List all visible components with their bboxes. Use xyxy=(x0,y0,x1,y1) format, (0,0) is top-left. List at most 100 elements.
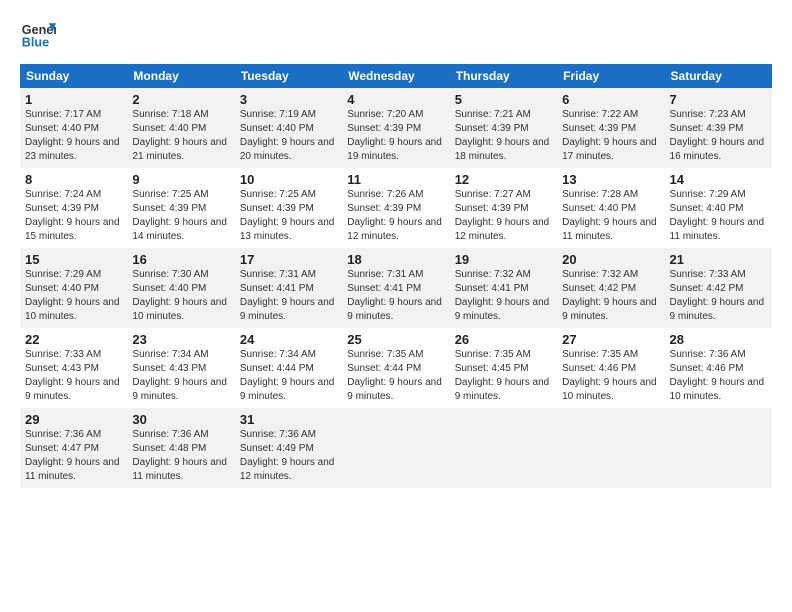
day-info: Sunrise: 7:29 AMSunset: 4:40 PMDaylight:… xyxy=(25,269,120,322)
day-info: Sunrise: 7:21 AMSunset: 4:39 PMDaylight:… xyxy=(455,109,550,162)
weekday-tuesday: Tuesday xyxy=(235,64,342,88)
day-cell: 7 Sunrise: 7:23 AMSunset: 4:39 PMDaylight… xyxy=(665,88,772,168)
day-number: 9 xyxy=(132,172,229,187)
day-number: 20 xyxy=(562,252,659,267)
day-cell xyxy=(450,408,557,488)
day-number: 27 xyxy=(562,332,659,347)
day-info: Sunrise: 7:25 AMSunset: 4:39 PMDaylight:… xyxy=(240,189,335,242)
day-cell: 11 Sunrise: 7:26 AMSunset: 4:39 PMDayligh… xyxy=(342,168,449,248)
day-cell: 21 Sunrise: 7:33 AMSunset: 4:42 PMDayligh… xyxy=(665,248,772,328)
day-info: Sunrise: 7:22 AMSunset: 4:39 PMDaylight:… xyxy=(562,109,657,162)
day-number: 26 xyxy=(455,332,552,347)
day-number: 7 xyxy=(670,92,767,107)
week-row-1: 1 Sunrise: 7:17 AMSunset: 4:40 PMDaylight… xyxy=(20,88,772,168)
day-cell: 9 Sunrise: 7:25 AMSunset: 4:39 PMDaylight… xyxy=(127,168,234,248)
day-info: Sunrise: 7:36 AMSunset: 4:46 PMDaylight:… xyxy=(670,349,765,402)
day-cell: 14 Sunrise: 7:29 AMSunset: 4:40 PMDayligh… xyxy=(665,168,772,248)
day-cell: 12 Sunrise: 7:27 AMSunset: 4:39 PMDayligh… xyxy=(450,168,557,248)
day-info: Sunrise: 7:35 AMSunset: 4:46 PMDaylight:… xyxy=(562,349,657,402)
day-number: 8 xyxy=(25,172,122,187)
day-cell: 6 Sunrise: 7:22 AMSunset: 4:39 PMDaylight… xyxy=(557,88,664,168)
day-cell: 18Sunrise: 7:31 AMSunset: 4:41 PMDayligh… xyxy=(342,248,449,328)
day-number: 15 xyxy=(25,252,122,267)
logo-icon: General Blue xyxy=(20,16,56,52)
day-cell: 29 Sunrise: 7:36 AMSunset: 4:47 PMDayligh… xyxy=(20,408,127,488)
day-info: Sunrise: 7:36 AMSunset: 4:47 PMDaylight:… xyxy=(25,429,120,482)
day-number: 31 xyxy=(240,412,337,427)
weekday-header-row: SundayMondayTuesdayWednesdayThursdayFrid… xyxy=(20,64,772,88)
day-cell xyxy=(342,408,449,488)
weekday-thursday: Thursday xyxy=(450,64,557,88)
day-number: 17 xyxy=(240,252,337,267)
day-number: 5 xyxy=(455,92,552,107)
svg-text:Blue: Blue xyxy=(22,36,49,50)
day-number: 3 xyxy=(240,92,337,107)
day-info: Sunrise: 7:31 AMSunset: 4:41 PMDaylight:… xyxy=(240,269,335,322)
day-number: 12 xyxy=(455,172,552,187)
day-info: Sunrise: 7:19 AMSunset: 4:40 PMDaylight:… xyxy=(240,109,335,162)
week-row-3: 15 Sunrise: 7:29 AMSunset: 4:40 PMDayligh… xyxy=(20,248,772,328)
day-info: Sunrise: 7:17 AMSunset: 4:40 PMDaylight:… xyxy=(25,109,120,162)
day-cell: 22Sunrise: 7:33 AMSunset: 4:43 PMDayligh… xyxy=(20,328,127,408)
day-cell: 4Sunrise: 7:20 AMSunset: 4:39 PMDaylight… xyxy=(342,88,449,168)
week-row-5: 29 Sunrise: 7:36 AMSunset: 4:47 PMDayligh… xyxy=(20,408,772,488)
day-cell: 19Sunrise: 7:32 AMSunset: 4:41 PMDayligh… xyxy=(450,248,557,328)
week-row-2: 8 Sunrise: 7:24 AMSunset: 4:39 PMDaylight… xyxy=(20,168,772,248)
day-number: 2 xyxy=(132,92,229,107)
day-number: 28 xyxy=(670,332,767,347)
day-info: Sunrise: 7:18 AMSunset: 4:40 PMDaylight:… xyxy=(132,109,227,162)
day-cell: 17 Sunrise: 7:31 AMSunset: 4:41 PMDayligh… xyxy=(235,248,342,328)
day-info: Sunrise: 7:33 AMSunset: 4:42 PMDaylight:… xyxy=(670,269,765,322)
day-cell: 31 Sunrise: 7:36 AMSunset: 4:49 PMDayligh… xyxy=(235,408,342,488)
week-row-4: 22Sunrise: 7:33 AMSunset: 4:43 PMDayligh… xyxy=(20,328,772,408)
day-number: 21 xyxy=(670,252,767,267)
day-cell: 13 Sunrise: 7:28 AMSunset: 4:40 PMDayligh… xyxy=(557,168,664,248)
day-info: Sunrise: 7:35 AMSunset: 4:44 PMDaylight:… xyxy=(347,349,442,402)
weekday-monday: Monday xyxy=(127,64,234,88)
day-number: 30 xyxy=(132,412,229,427)
day-cell: 30Sunrise: 7:36 AMSunset: 4:48 PMDayligh… xyxy=(127,408,234,488)
day-info: Sunrise: 7:32 AMSunset: 4:42 PMDaylight:… xyxy=(562,269,657,322)
day-cell: 24Sunrise: 7:34 AMSunset: 4:44 PMDayligh… xyxy=(235,328,342,408)
day-info: Sunrise: 7:26 AMSunset: 4:39 PMDaylight:… xyxy=(347,189,442,242)
day-info: Sunrise: 7:25 AMSunset: 4:39 PMDaylight:… xyxy=(132,189,227,242)
day-info: Sunrise: 7:31 AMSunset: 4:41 PMDaylight:… xyxy=(347,269,442,322)
logo: General Blue xyxy=(20,16,56,52)
day-cell: 23Sunrise: 7:34 AMSunset: 4:43 PMDayligh… xyxy=(127,328,234,408)
day-cell xyxy=(665,408,772,488)
day-cell: 3 Sunrise: 7:19 AMSunset: 4:40 PMDaylight… xyxy=(235,88,342,168)
day-number: 16 xyxy=(132,252,229,267)
day-info: Sunrise: 7:30 AMSunset: 4:40 PMDaylight:… xyxy=(132,269,227,322)
day-info: Sunrise: 7:35 AMSunset: 4:45 PMDaylight:… xyxy=(455,349,550,402)
day-number: 1 xyxy=(25,92,122,107)
day-info: Sunrise: 7:34 AMSunset: 4:44 PMDaylight:… xyxy=(240,349,335,402)
day-cell: 26 Sunrise: 7:35 AMSunset: 4:45 PMDayligh… xyxy=(450,328,557,408)
day-info: Sunrise: 7:24 AMSunset: 4:39 PMDaylight:… xyxy=(25,189,120,242)
day-number: 11 xyxy=(347,172,444,187)
calendar-body: 1 Sunrise: 7:17 AMSunset: 4:40 PMDaylight… xyxy=(20,88,772,488)
day-cell: 8 Sunrise: 7:24 AMSunset: 4:39 PMDaylight… xyxy=(20,168,127,248)
day-cell: 10Sunrise: 7:25 AMSunset: 4:39 PMDayligh… xyxy=(235,168,342,248)
day-number: 29 xyxy=(25,412,122,427)
day-cell: 5 Sunrise: 7:21 AMSunset: 4:39 PMDaylight… xyxy=(450,88,557,168)
day-cell: 27 Sunrise: 7:35 AMSunset: 4:46 PMDayligh… xyxy=(557,328,664,408)
day-cell: 16 Sunrise: 7:30 AMSunset: 4:40 PMDayligh… xyxy=(127,248,234,328)
day-info: Sunrise: 7:27 AMSunset: 4:39 PMDaylight:… xyxy=(455,189,550,242)
day-cell: 15 Sunrise: 7:29 AMSunset: 4:40 PMDayligh… xyxy=(20,248,127,328)
day-info: Sunrise: 7:29 AMSunset: 4:40 PMDaylight:… xyxy=(670,189,765,242)
day-info: Sunrise: 7:28 AMSunset: 4:40 PMDaylight:… xyxy=(562,189,657,242)
day-number: 19 xyxy=(455,252,552,267)
day-cell: 1 Sunrise: 7:17 AMSunset: 4:40 PMDaylight… xyxy=(20,88,127,168)
day-number: 6 xyxy=(562,92,659,107)
day-info: Sunrise: 7:23 AMSunset: 4:39 PMDaylight:… xyxy=(670,109,765,162)
day-number: 13 xyxy=(562,172,659,187)
day-info: Sunrise: 7:36 AMSunset: 4:49 PMDaylight:… xyxy=(240,429,335,482)
day-info: Sunrise: 7:34 AMSunset: 4:43 PMDaylight:… xyxy=(132,349,227,402)
day-info: Sunrise: 7:33 AMSunset: 4:43 PMDaylight:… xyxy=(25,349,120,402)
day-number: 4 xyxy=(347,92,444,107)
day-cell: 2 Sunrise: 7:18 AMSunset: 4:40 PMDaylight… xyxy=(127,88,234,168)
weekday-sunday: Sunday xyxy=(20,64,127,88)
day-number: 25 xyxy=(347,332,444,347)
day-number: 14 xyxy=(670,172,767,187)
weekday-saturday: Saturday xyxy=(665,64,772,88)
